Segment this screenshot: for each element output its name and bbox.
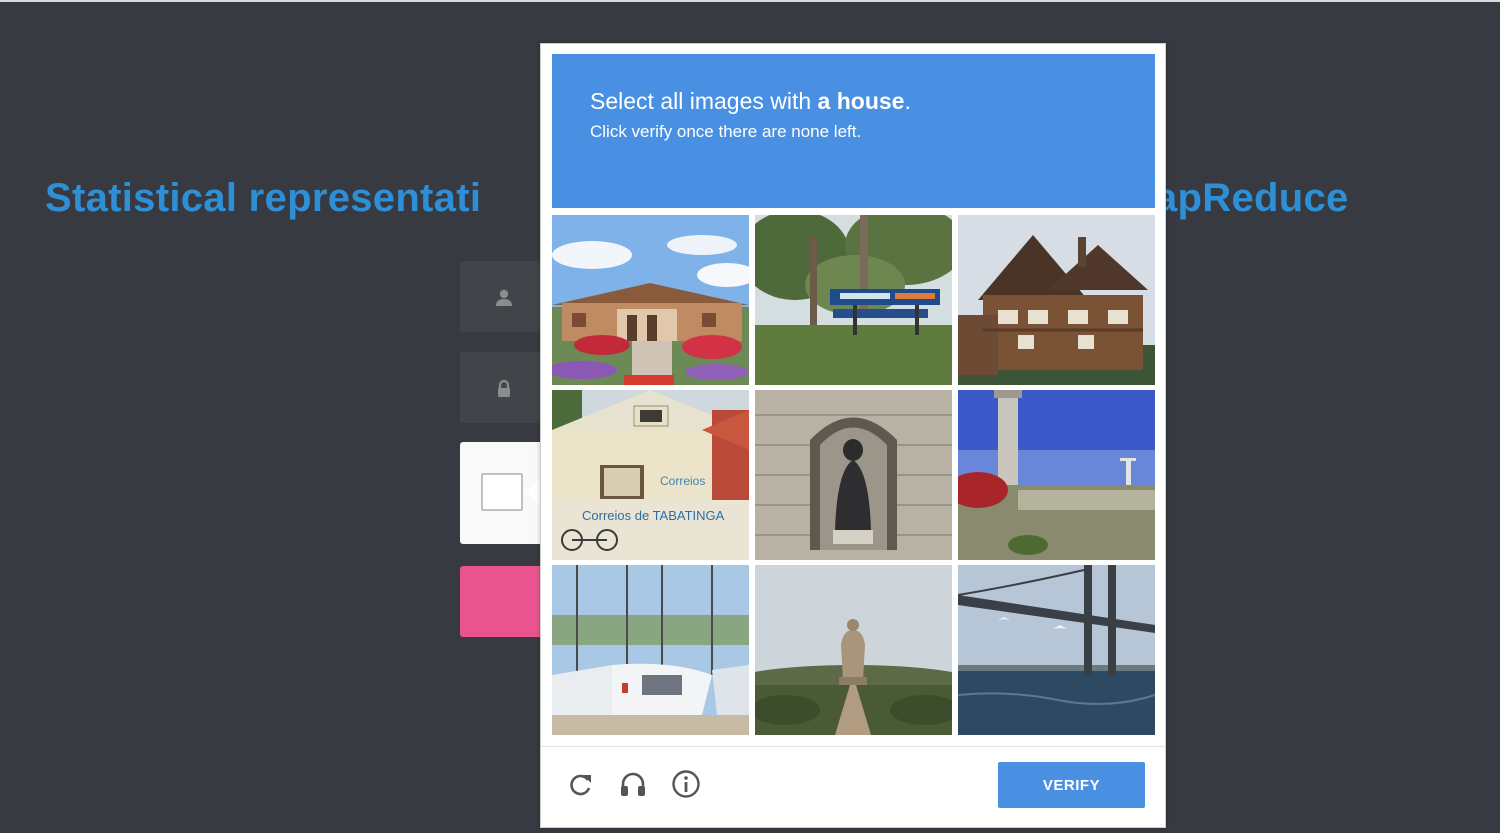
page-title-left: Statistical representati	[45, 176, 482, 220]
lighthouse-image	[958, 390, 1155, 560]
wooden-chalet-image	[958, 215, 1155, 385]
correios-building-image: Correios Correios de TABATINGA	[552, 390, 749, 560]
verify-button[interactable]: VERIFY	[998, 762, 1145, 808]
captcha-challenge-popup: Select all images with a house. Click ve…	[540, 43, 1166, 828]
house-garden-image	[552, 215, 749, 385]
image-tile-6[interactable]	[958, 390, 1155, 560]
image-tile-8[interactable]	[755, 565, 952, 735]
challenge-header: Select all images with a house. Click ve…	[552, 54, 1155, 208]
giant-statue-image	[755, 565, 952, 735]
stone-statue-image	[755, 390, 952, 560]
image-tile-7[interactable]	[552, 565, 749, 735]
top-border	[0, 0, 1500, 2]
reload-button[interactable]	[565, 769, 595, 799]
bridge-water-image	[958, 565, 1155, 735]
challenge-prompt: Select all images with a house.	[590, 88, 911, 114]
image-tile-1[interactable]	[552, 215, 749, 385]
trees-sign-image	[755, 215, 952, 385]
reload-icon	[570, 774, 591, 796]
image-tile-5[interactable]	[755, 390, 952, 560]
image-tile-3[interactable]	[958, 215, 1155, 385]
tile-sign-small: Correios	[660, 474, 705, 488]
sailboats-harbor-image	[552, 565, 749, 735]
challenge-target: a house	[817, 88, 905, 114]
tile-sign-text: Correios de TABATINGA	[582, 508, 725, 523]
password-field[interactable]	[460, 352, 550, 423]
headphones-icon	[621, 772, 645, 796]
lock-icon	[498, 379, 510, 397]
username-field[interactable]	[460, 261, 550, 332]
page-title-right: apReduce	[1155, 176, 1349, 220]
image-tile-9[interactable]	[958, 565, 1155, 735]
audio-challenge-button[interactable]	[618, 769, 648, 799]
image-tile-2[interactable]	[755, 215, 952, 385]
captcha-checkbox[interactable]	[481, 473, 523, 511]
challenge-instruction: Click verify once there are none left.	[590, 122, 862, 141]
user-icon	[496, 289, 512, 306]
info-icon	[672, 770, 700, 798]
image-tile-4[interactable]: Correios Correios de TABATINGA	[552, 390, 749, 560]
popup-pointer	[526, 478, 540, 506]
login-button[interactable]	[460, 566, 550, 637]
footer-separator	[541, 746, 1165, 747]
info-button[interactable]	[671, 769, 701, 799]
